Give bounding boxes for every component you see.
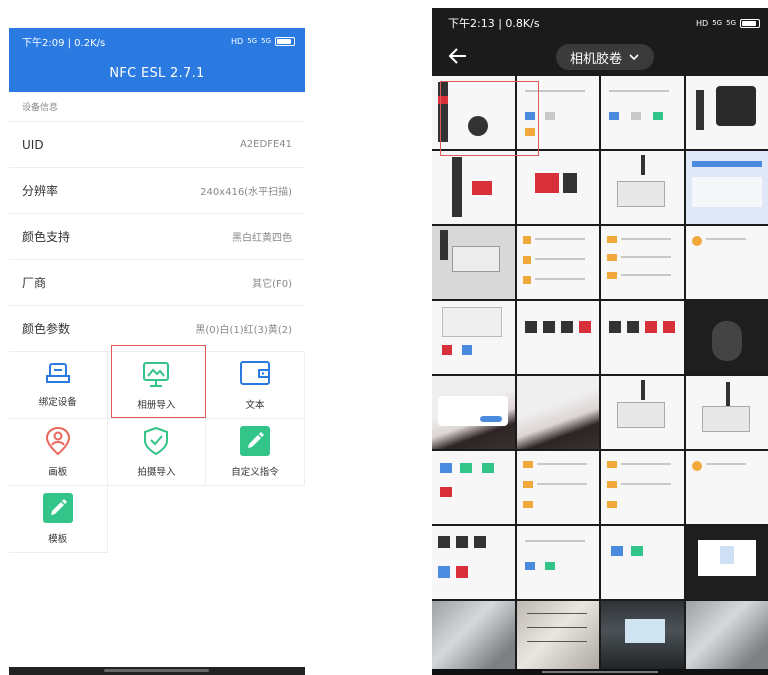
signal-icon-2: 5G <box>261 37 271 45</box>
info-label: UID <box>22 137 44 152</box>
photo-thumbnail[interactable] <box>601 76 684 149</box>
battery-icon <box>740 18 760 28</box>
gallery-import-highlight <box>111 345 206 418</box>
bind-device-button[interactable]: 绑定设备 <box>9 352 108 419</box>
template-icon <box>42 493 73 523</box>
photo-thumbnail[interactable] <box>601 301 684 374</box>
camera-import-icon <box>144 426 169 456</box>
photo-thumbnail[interactable] <box>685 76 768 149</box>
photo-thumbnail[interactable] <box>516 451 599 524</box>
chevron-down-icon <box>629 54 639 61</box>
signal-icon: 5G <box>712 19 723 27</box>
grid-item-label: 自定义指令 <box>231 467 279 478</box>
selected-photo-highlight <box>440 81 539 156</box>
photo-thumbnail[interactable] <box>432 601 515 674</box>
photo-thumbnail[interactable] <box>685 451 768 524</box>
photo-thumbnail[interactable] <box>432 301 515 374</box>
navigation-bar <box>9 667 305 675</box>
info-label: 厂商 <box>22 276 47 290</box>
grid-item-label: 拍摄导入 <box>137 467 176 478</box>
photo-thumbnail[interactable] <box>432 526 515 599</box>
signal-icon-2: 5G <box>726 19 736 27</box>
status-time: 下午2:13 | 0.8K/s <box>448 17 540 30</box>
photo-thumbnail[interactable] <box>601 151 684 224</box>
grid-item-label: 文本 <box>245 400 265 411</box>
screenshot-pair: 下午2:09 | 0.2K/s HD 5G 5G NFC ESL 2.7.1 设… <box>0 0 768 675</box>
photo-thumbnail[interactable] <box>685 601 768 674</box>
photo-thumbnail[interactable] <box>516 301 599 374</box>
photo-thumbnail[interactable] <box>685 376 768 449</box>
status-time: 下午2:09 | 0.2K/s <box>22 37 106 49</box>
info-label: 颜色支持 <box>22 230 71 244</box>
photo-thumbnail[interactable] <box>601 376 684 449</box>
photo-thumbnail[interactable] <box>516 151 599 224</box>
navigation-bar <box>432 669 768 675</box>
battery-icon <box>275 36 295 46</box>
info-value: A2EDFE41 <box>239 139 292 150</box>
photo-thumbnail[interactable] <box>432 451 515 524</box>
photo-thumbnail[interactable] <box>601 526 684 599</box>
custom-command-icon <box>239 426 270 456</box>
hd-icon: HD <box>231 36 244 46</box>
photo-grid <box>432 76 768 675</box>
photo-thumbnail[interactable] <box>601 601 684 674</box>
bind-device-icon <box>45 363 70 383</box>
album-toolbar: 相机胶卷 <box>432 38 768 74</box>
photo-thumbnail[interactable] <box>685 151 768 224</box>
camera-import-button[interactable]: 拍摄导入 <box>107 419 207 486</box>
section-header-device-info: 设备信息 <box>9 92 305 122</box>
signal-icon: 5G <box>247 37 258 45</box>
photo-thumbnail[interactable] <box>432 226 515 299</box>
hd-icon: HD <box>696 18 709 28</box>
grid-item-label: 画板 <box>48 467 68 478</box>
photo-thumbnail[interactable] <box>516 601 599 674</box>
template-button[interactable]: 模板 <box>9 486 108 553</box>
grid-item-label: 绑定设备 <box>38 397 77 408</box>
photo-thumbnail[interactable] <box>432 151 515 224</box>
photo-thumbnail[interactable] <box>432 376 515 449</box>
photo-thumbnail[interactable] <box>601 451 684 524</box>
album-title: 相机胶卷 <box>569 51 622 67</box>
text-button[interactable]: 文本 <box>206 352 305 419</box>
drawing-board-icon <box>45 426 70 456</box>
info-value: 黑白红黄四色 <box>232 233 292 244</box>
status-bar: 下午2:13 | 0.8K/s HD 5G 5G <box>432 8 768 38</box>
status-icons: HD 5G 5G <box>231 36 295 46</box>
back-arrow-icon[interactable] <box>446 44 470 68</box>
info-value: 黑(0)白(1)红(3)黄(2) <box>195 325 292 336</box>
photo-thumbnail[interactable] <box>685 226 768 299</box>
photo-thumbnail[interactable] <box>685 301 768 374</box>
info-label: 颜色参数 <box>22 322 71 336</box>
status-bar: 下午2:09 | 0.2K/s HD 5G 5G <box>9 28 305 54</box>
info-row-resolution: 分辨率 240x416(水平扫描) <box>9 168 305 214</box>
album-selector[interactable]: 相机胶卷 <box>556 44 654 70</box>
photo-thumbnail[interactable] <box>516 526 599 599</box>
custom-command-button[interactable]: 自定义指令 <box>206 419 305 486</box>
info-value: 其它(F0) <box>252 279 292 290</box>
info-row-uid: UID A2EDFE41 <box>9 122 305 168</box>
photo-thumbnail[interactable] <box>516 226 599 299</box>
photo-thumbnail[interactable] <box>516 376 599 449</box>
info-row-manufacturer: 厂商 其它(F0) <box>9 260 305 306</box>
info-row-color-support: 颜色支持 黑白红黄四色 <box>9 214 305 260</box>
photo-thumbnail[interactable] <box>685 526 768 599</box>
photo-thumbnail[interactable] <box>601 226 684 299</box>
drawing-board-button[interactable]: 画板 <box>9 419 108 486</box>
text-icon <box>239 361 270 385</box>
grid-item-label: 模板 <box>48 534 68 545</box>
gallery-picker-screen: 下午2:13 | 0.8K/s HD 5G 5G 相机胶卷 <box>432 8 768 675</box>
nfc-esl-app-screen: 下午2:09 | 0.2K/s HD 5G 5G NFC ESL 2.7.1 设… <box>9 28 305 675</box>
info-label: 分辨率 <box>22 184 59 198</box>
status-icons: HD 5G 5G <box>696 18 760 28</box>
app-title: NFC ESL 2.7.1 <box>9 54 305 92</box>
info-value: 240x416(水平扫描) <box>200 187 292 198</box>
